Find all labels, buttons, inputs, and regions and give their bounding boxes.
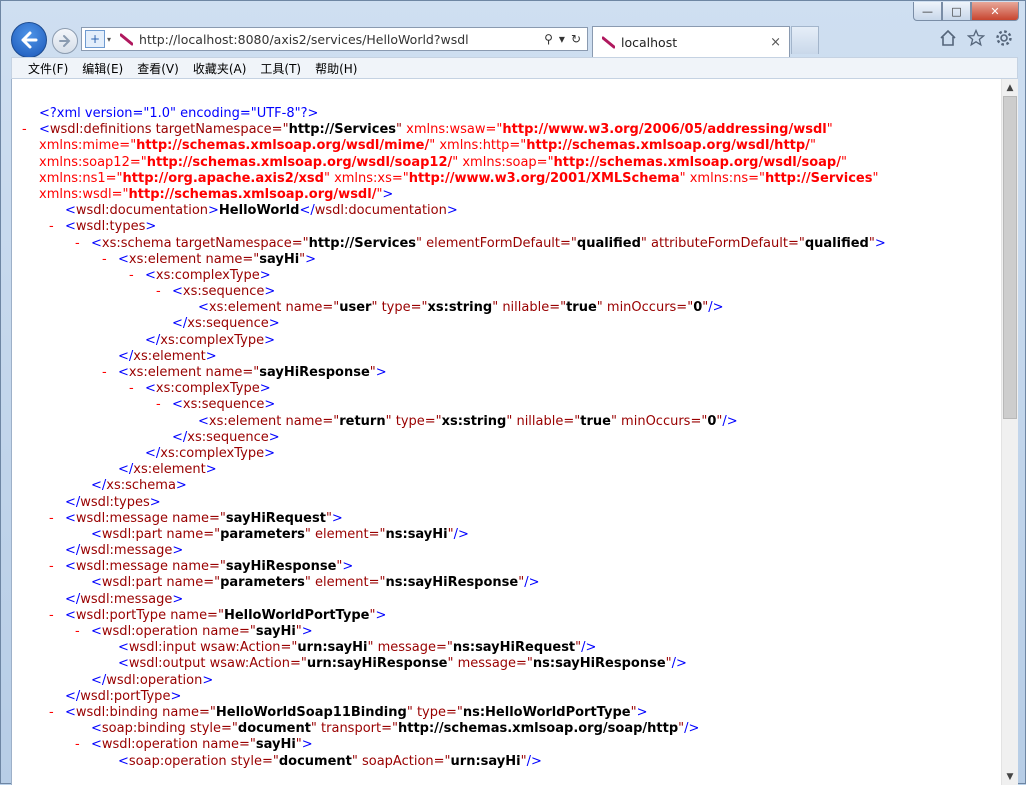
- xml-line-definitions-5: xmlns:wsdl="http://schemas.xmlsoap.org/w…: [39, 186, 394, 202]
- menu-bar: 文件(F) 编辑(E) 查看(V) 收藏夹(A) 工具(T) 帮助(H): [11, 57, 1018, 79]
- forward-arrow-icon: [59, 35, 71, 47]
- collapse-toggle[interactable]: -: [75, 236, 80, 252]
- menu-favorites[interactable]: 收藏夹(A): [193, 60, 247, 77]
- xml-line: </xs:element>: [118, 462, 217, 478]
- back-arrow-icon: [21, 31, 38, 49]
- menu-tools[interactable]: 工具(T): [260, 60, 301, 77]
- xml-line: </wsdl:operation>: [91, 672, 214, 688]
- xml-line: </wsdl:message>: [65, 543, 184, 559]
- vertical-scrollbar[interactable]: ▲ ▼: [1001, 79, 1018, 785]
- xml-line: - <wsdl:portType name="HelloWorldPortType…: [49, 607, 387, 624]
- tab-title: localhost: [621, 34, 678, 50]
- xml-line: - <xs:sequence>: [156, 397, 276, 413]
- xml-line: </wsdl:portType>: [65, 688, 182, 704]
- collapse-toggle[interactable]: -: [102, 252, 107, 268]
- xml-line: <wsdl:input wsaw:Action="urn:sayHi" mess…: [118, 640, 597, 656]
- new-tab-button[interactable]: [791, 26, 819, 54]
- xml-line: <wsdl:part name="parameters" element="ns…: [91, 575, 540, 591]
- xml-line: </xs:complexType>: [145, 332, 275, 348]
- xml-line: - <wsdl:binding name="HelloWorldSoap11Bin…: [49, 704, 648, 721]
- collapse-toggle[interactable]: -: [156, 397, 161, 413]
- compat-dropdown-icon[interactable]: ▾: [107, 35, 111, 44]
- home-icon[interactable]: [939, 29, 957, 47]
- maximize-button[interactable]: □: [942, 2, 971, 21]
- toolbar-icons: [939, 29, 1013, 47]
- xml-line: - <wsdl:message name="sayHiRequest">: [49, 510, 343, 527]
- xml-line: - <wsdl:operation name="sayHi">: [75, 737, 313, 753]
- xml-line: </xs:element>: [118, 348, 217, 364]
- collapse-toggle[interactable]: -: [75, 737, 80, 753]
- scroll-down-icon[interactable]: ▼: [1002, 768, 1018, 785]
- xml-line: - <xs:sequence>: [156, 284, 276, 300]
- scroll-up-icon[interactable]: ▲: [1002, 79, 1018, 96]
- xml-line-definitions-4: xmlns:ns1="http://org.apache.axis2/xsd" …: [39, 170, 879, 186]
- menu-help[interactable]: 帮助(H): [315, 60, 357, 77]
- xml-line: - <xs:complexType>: [129, 381, 271, 397]
- collapse-toggle[interactable]: -: [49, 219, 54, 235]
- xml-line: <wsdl:output wsaw:Action="urn:sayHiRespo…: [118, 656, 687, 672]
- xml-line-definitions: - <wsdl:definitions targetNamespace="http…: [22, 122, 833, 138]
- xml-declaration: <?xml version="1.0" encoding="UTF-8"?>: [39, 106, 319, 121]
- favorites-star-icon[interactable]: [967, 29, 985, 47]
- search-icon[interactable]: ⚲: [544, 32, 553, 46]
- dropdown-icon[interactable]: ▾: [559, 32, 565, 46]
- menu-file[interactable]: 文件(F): [28, 60, 68, 77]
- browser-window: — □ ✕ + ▾ http://localhost:8080/axis2/se…: [0, 0, 1026, 785]
- navigation-bar: + ▾ http://localhost:8080/axis2/services…: [1, 21, 1026, 58]
- xml-line-definitions-3: xmlns:soap12="http://schemas.xmlsoap.org…: [39, 154, 847, 170]
- xml-line: <wsdl:part name="parameters" element="ns…: [91, 526, 469, 542]
- collapse-toggle[interactable]: -: [129, 268, 134, 284]
- refresh-icon[interactable]: ↻: [571, 32, 581, 46]
- collapse-toggle[interactable]: -: [129, 381, 134, 397]
- back-button[interactable]: [11, 22, 47, 58]
- xml-line: - <xs:complexType>: [129, 267, 271, 284]
- xml-viewer: <?xml version="1.0" encoding="UTF-8"?> -…: [11, 79, 1018, 785]
- xml-line: </xs:sequence>: [172, 316, 280, 332]
- settings-gear-icon[interactable]: [995, 29, 1013, 47]
- xml-line: </xs:schema>: [91, 478, 187, 494]
- xml-line: </xs:complexType>: [145, 445, 275, 461]
- xml-line: </wsdl:message>: [65, 591, 184, 607]
- collapse-toggle[interactable]: -: [49, 511, 54, 527]
- compatibility-view-icon[interactable]: +: [85, 30, 105, 48]
- xml-line: - <xs:schema targetNamespace="http://Serv…: [75, 235, 886, 252]
- url-text[interactable]: http://localhost:8080/axis2/services/Hel…: [139, 32, 544, 47]
- xml-line: - <xs:element name="sayHiResponse">: [102, 365, 387, 381]
- close-window-button[interactable]: ✕: [971, 2, 1019, 21]
- collapse-toggle[interactable]: -: [102, 365, 107, 381]
- xml-line: </xs:sequence>: [172, 429, 280, 445]
- window-controls: — □ ✕: [913, 2, 1019, 21]
- menu-view[interactable]: 查看(V): [137, 60, 179, 77]
- xml-line: <soap:operation style="document" soapAct…: [118, 753, 542, 769]
- forward-button[interactable]: [52, 28, 78, 54]
- xml-line: <soap:binding style="document" transport…: [91, 721, 700, 737]
- collapse-toggle[interactable]: -: [75, 624, 80, 640]
- xml-line: - <xs:element name="sayHi">: [102, 251, 317, 268]
- site-feather-icon: [119, 32, 133, 46]
- minimize-button[interactable]: —: [913, 2, 942, 21]
- address-tools: ⚲ ▾ ↻: [544, 32, 581, 46]
- collapse-toggle[interactable]: -: [49, 608, 54, 624]
- tab-close-icon[interactable]: ×: [770, 35, 781, 50]
- collapse-toggle[interactable]: -: [49, 559, 54, 575]
- tab-feather-icon: [601, 35, 615, 49]
- collapse-toggle[interactable]: -: [49, 705, 54, 721]
- xml-line: - <wsdl:message name="sayHiResponse">: [49, 559, 354, 575]
- xml-line: <xs:element name="user" type="xs:string"…: [198, 300, 724, 316]
- scrollbar-thumb[interactable]: [1003, 96, 1017, 419]
- xml-line: - <wsdl:types>: [49, 219, 157, 235]
- xml-line: </wsdl:types>: [65, 494, 161, 510]
- collapse-toggle[interactable]: -: [156, 284, 161, 300]
- xml-line: - <wsdl:operation name="sayHi">: [75, 624, 313, 640]
- xml-line: <wsdl:documentation>HelloWorld</wsdl:doc…: [65, 203, 458, 219]
- address-bar[interactable]: + ▾ http://localhost:8080/axis2/services…: [81, 27, 588, 51]
- menu-edit[interactable]: 编辑(E): [82, 60, 123, 77]
- xml-line-definitions-2: xmlns:mime="http://schemas.xmlsoap.org/w…: [39, 138, 816, 154]
- xml-line: <xs:element name="return" type="xs:strin…: [198, 413, 738, 429]
- xml-document: <?xml version="1.0" encoding="UTF-8"?> -…: [12, 106, 1002, 770]
- collapse-toggle[interactable]: -: [22, 122, 27, 138]
- tab-localhost[interactable]: localhost ×: [592, 26, 790, 57]
